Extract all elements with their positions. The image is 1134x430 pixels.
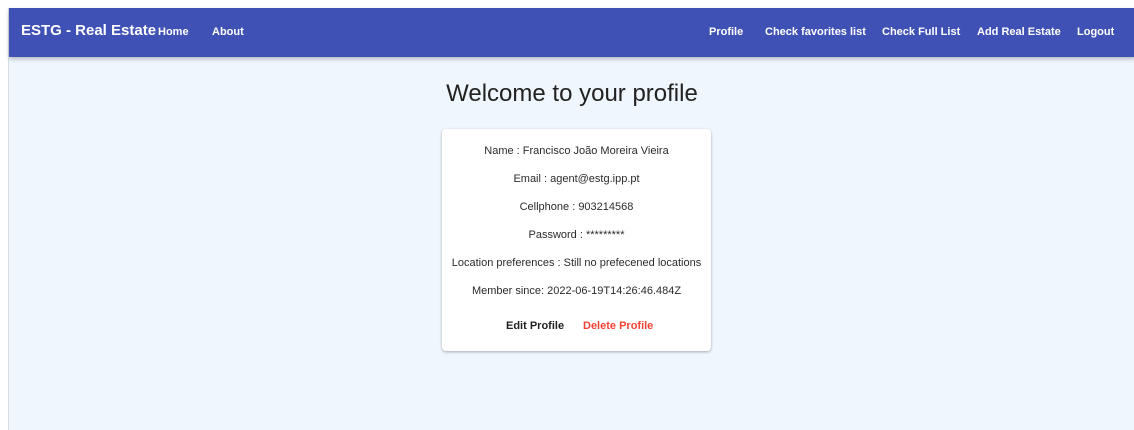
page-title: Welcome to your profile bbox=[446, 80, 698, 107]
top-navbar: ESTG - Real Estate Home About Profile Ch… bbox=[9, 8, 1134, 57]
profile-location-preferences: Location preferences : Still no prefecen… bbox=[451, 257, 702, 269]
delete-profile-button[interactable]: Delete Profile bbox=[583, 320, 653, 332]
profile-email: Email : agent@estg.ipp.pt bbox=[513, 173, 640, 185]
nav-about-link[interactable]: About bbox=[212, 26, 244, 38]
nav-home-link[interactable]: Home bbox=[158, 26, 189, 38]
profile-card: Name : Francisco João Moreira Vieira Ema… bbox=[442, 129, 711, 351]
app-viewport: ESTG - Real Estate Home About Profile Ch… bbox=[8, 8, 1134, 430]
profile-member-since: Member since: 2022-06-19T14:26:46.484Z bbox=[471, 285, 682, 297]
nav-logout-link[interactable]: Logout bbox=[1077, 26, 1114, 38]
profile-name: Name : Francisco João Moreira Vieira bbox=[484, 145, 669, 157]
nav-add-real-estate-link[interactable]: Add Real Estate bbox=[977, 26, 1061, 38]
nav-favorites-link[interactable]: Check favorites list bbox=[765, 26, 866, 38]
edit-profile-button[interactable]: Edit Profile bbox=[506, 320, 564, 332]
nav-profile-link[interactable]: Profile bbox=[709, 26, 743, 38]
brand-title[interactable]: ESTG - Real Estate bbox=[21, 22, 156, 39]
nav-full-list-link[interactable]: Check Full List bbox=[882, 26, 960, 38]
profile-password: Password : ********* bbox=[528, 229, 625, 241]
profile-cellphone: Cellphone : 903214568 bbox=[519, 201, 634, 213]
